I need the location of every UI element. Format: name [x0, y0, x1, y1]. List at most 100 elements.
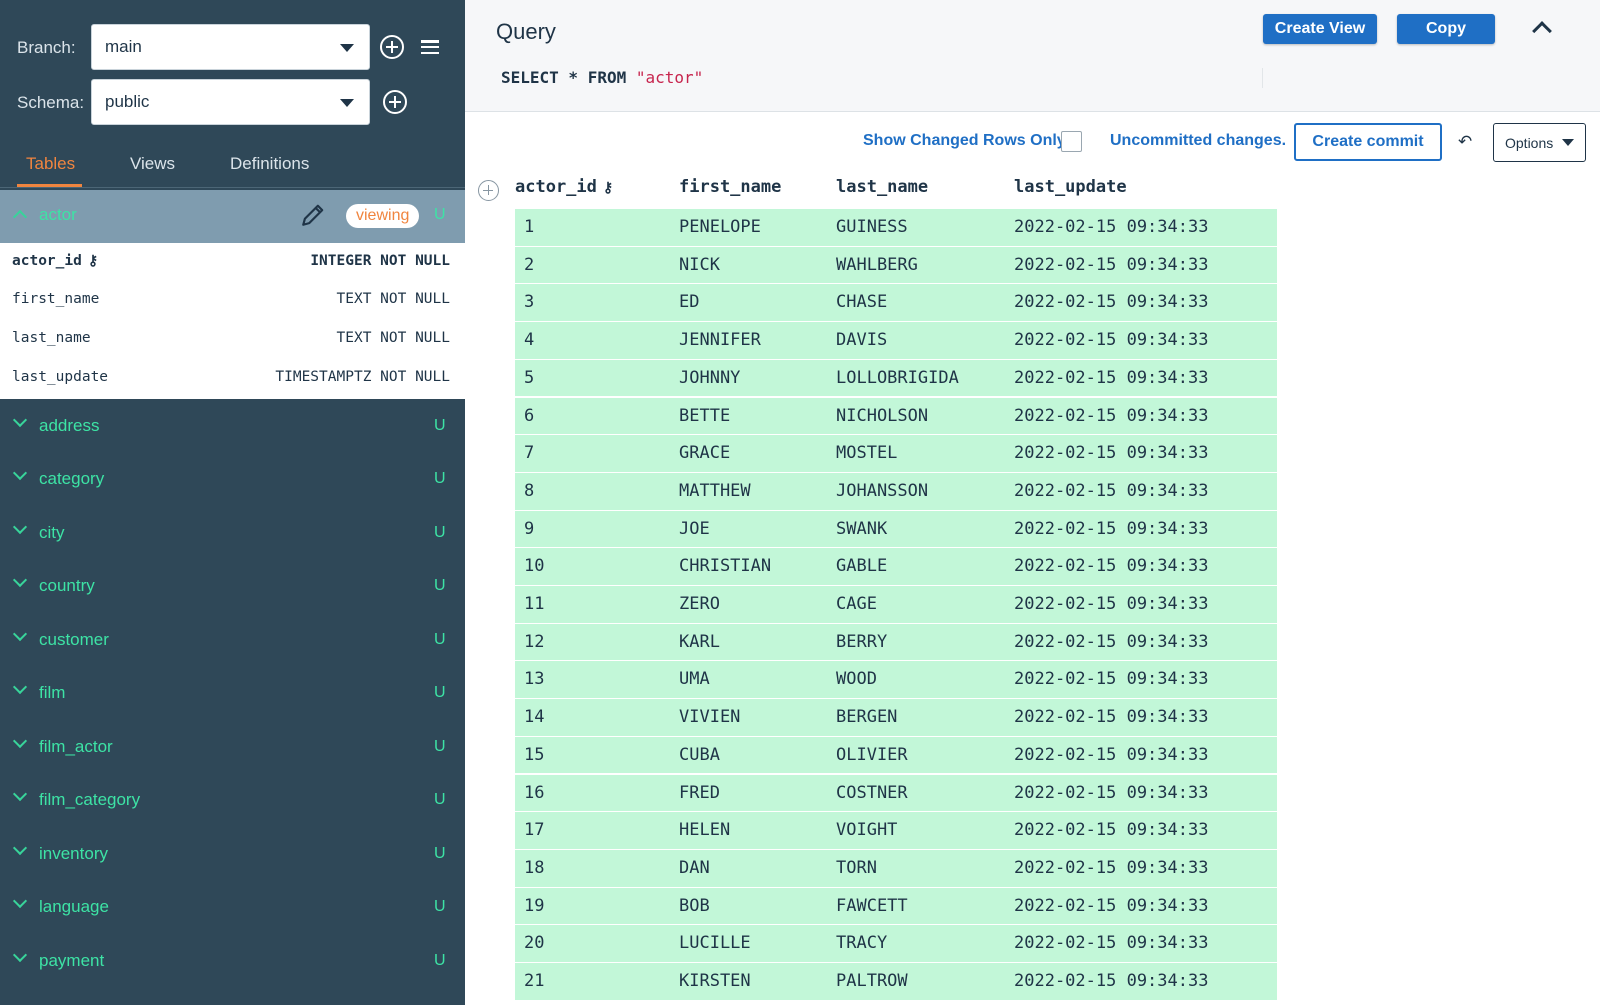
- tab-tables[interactable]: Tables: [26, 154, 75, 174]
- table-cell[interactable]: DAN: [679, 858, 710, 878]
- table-cell[interactable]: 2022-02-15 09:34:33: [1014, 594, 1208, 614]
- table-cell[interactable]: BOB: [679, 896, 710, 916]
- table-cell[interactable]: MATTHEW: [679, 481, 751, 501]
- table-cell[interactable]: 10: [524, 556, 544, 576]
- table-cell[interactable]: 2022-02-15 09:34:33: [1014, 745, 1208, 765]
- menu-icon[interactable]: [421, 40, 439, 55]
- add-schema-icon[interactable]: [383, 90, 407, 114]
- table-cell[interactable]: 2022-02-15 09:34:33: [1014, 255, 1208, 275]
- table-item-film-category[interactable]: film_category U: [0, 773, 465, 826]
- table-cell[interactable]: KARL: [679, 632, 720, 652]
- table-cell[interactable]: 2022-02-15 09:34:33: [1014, 783, 1208, 803]
- table-cell[interactable]: GUINESS: [836, 217, 908, 237]
- table-cell[interactable]: FAWCETT: [836, 896, 908, 916]
- table-item-film-actor[interactable]: film_actor U: [0, 720, 465, 773]
- chevron-down-icon[interactable]: [12, 679, 28, 695]
- table-cell[interactable]: LOLLOBRIGIDA: [836, 368, 959, 388]
- table-row[interactable]: 6 BETTE NICHOLSON 2022-02-15 09:34:33: [515, 397, 1277, 436]
- table-cell[interactable]: VOIGHT: [836, 820, 897, 840]
- create-view-button[interactable]: Create View: [1263, 14, 1377, 44]
- options-dropdown[interactable]: Options: [1493, 123, 1586, 162]
- table-cell[interactable]: 3: [524, 292, 534, 312]
- table-row[interactable]: 19 BOB FAWCETT 2022-02-15 09:34:33: [515, 887, 1277, 926]
- edit-icon[interactable]: [300, 202, 326, 228]
- table-cell[interactable]: HELEN: [679, 820, 730, 840]
- table-item-language[interactable]: language U: [0, 880, 465, 933]
- chevron-down-icon[interactable]: [12, 733, 28, 749]
- chevron-down-icon[interactable]: [12, 519, 28, 535]
- table-row[interactable]: 1 PENELOPE GUINESS 2022-02-15 09:34:33: [515, 209, 1277, 247]
- schema-select[interactable]: public: [91, 79, 370, 125]
- table-cell[interactable]: FRED: [679, 783, 720, 803]
- table-item-customer[interactable]: customer U: [0, 613, 465, 666]
- add-branch-icon[interactable]: [380, 35, 404, 59]
- table-cell[interactable]: 2022-02-15 09:34:33: [1014, 858, 1208, 878]
- table-row[interactable]: 20 LUCILLE TRACY 2022-02-15 09:34:33: [515, 925, 1277, 963]
- table-row[interactable]: 2 NICK WAHLBERG 2022-02-15 09:34:33: [515, 246, 1277, 285]
- table-cell[interactable]: 2022-02-15 09:34:33: [1014, 933, 1208, 953]
- table-cell[interactable]: 16: [524, 783, 544, 803]
- table-cell[interactable]: 2022-02-15 09:34:33: [1014, 368, 1208, 388]
- collapse-icon[interactable]: [1532, 21, 1552, 41]
- column-header[interactable]: first_name: [679, 177, 781, 197]
- table-row[interactable]: 10 CHRISTIAN GABLE 2022-02-15 09:34:33: [515, 548, 1277, 586]
- table-cell[interactable]: ZERO: [679, 594, 720, 614]
- add-row-icon[interactable]: [478, 180, 499, 201]
- chevron-up-icon[interactable]: [12, 209, 28, 225]
- table-cell[interactable]: 20: [524, 933, 544, 953]
- table-cell[interactable]: GRACE: [679, 443, 730, 463]
- table-row[interactable]: 18 DAN TORN 2022-02-15 09:34:33: [515, 849, 1277, 888]
- table-item-category[interactable]: category U: [0, 452, 465, 505]
- copy-button[interactable]: Copy: [1397, 14, 1495, 44]
- table-cell[interactable]: JOE: [679, 519, 710, 539]
- chevron-down-icon[interactable]: [12, 786, 28, 802]
- table-row[interactable]: 9 JOE SWANK 2022-02-15 09:34:33: [515, 510, 1277, 549]
- table-cell[interactable]: 1: [524, 217, 534, 237]
- table-cell[interactable]: 4: [524, 330, 534, 350]
- chevron-down-icon[interactable]: [12, 412, 28, 428]
- table-cell[interactable]: 8: [524, 481, 534, 501]
- column-header[interactable]: actor_id ⚷: [515, 177, 613, 197]
- chevron-down-icon[interactable]: [12, 626, 28, 642]
- table-row[interactable]: 11 ZERO CAGE 2022-02-15 09:34:33: [515, 586, 1277, 624]
- table-cell[interactable]: CHRISTIAN: [679, 556, 771, 576]
- table-cell[interactable]: CAGE: [836, 594, 877, 614]
- table-cell[interactable]: COSTNER: [836, 783, 908, 803]
- table-cell[interactable]: GABLE: [836, 556, 887, 576]
- table-row[interactable]: 14 VIVIEN BERGEN 2022-02-15 09:34:33: [515, 699, 1277, 737]
- table-cell[interactable]: WAHLBERG: [836, 255, 918, 275]
- table-cell[interactable]: JENNIFER: [679, 330, 761, 350]
- table-cell[interactable]: BERRY: [836, 632, 887, 652]
- table-cell[interactable]: BETTE: [679, 406, 730, 426]
- column-header[interactable]: last_name: [836, 177, 928, 197]
- table-row[interactable]: 17 HELEN VOIGHT 2022-02-15 09:34:33: [515, 812, 1277, 850]
- table-cell[interactable]: 18: [524, 858, 544, 878]
- table-cell[interactable]: JOHANSSON: [836, 481, 928, 501]
- chevron-down-icon[interactable]: [12, 572, 28, 588]
- table-item-film[interactable]: film U: [0, 666, 465, 719]
- tab-definitions[interactable]: Definitions: [230, 154, 309, 174]
- table-cell[interactable]: WOOD: [836, 669, 877, 689]
- table-cell[interactable]: 2022-02-15 09:34:33: [1014, 896, 1208, 916]
- table-cell[interactable]: PALTROW: [836, 971, 908, 991]
- table-cell[interactable]: 5: [524, 368, 534, 388]
- table-cell[interactable]: 11: [524, 594, 544, 614]
- column-header[interactable]: last_update: [1014, 177, 1127, 197]
- table-row[interactable]: 4 JENNIFER DAVIS 2022-02-15 09:34:33: [515, 322, 1277, 360]
- table-cell[interactable]: 2022-02-15 09:34:33: [1014, 330, 1208, 350]
- table-item-city[interactable]: city U: [0, 506, 465, 559]
- table-cell[interactable]: 2: [524, 255, 534, 275]
- table-cell[interactable]: JOHNNY: [679, 368, 740, 388]
- table-cell[interactable]: 17: [524, 820, 544, 840]
- table-cell[interactable]: 2022-02-15 09:34:33: [1014, 669, 1208, 689]
- table-cell[interactable]: 14: [524, 707, 544, 727]
- table-row[interactable]: 5 JOHNNY LOLLOBRIGIDA 2022-02-15 09:34:33: [515, 359, 1277, 398]
- table-cell[interactable]: ED: [679, 292, 699, 312]
- table-cell[interactable]: 2022-02-15 09:34:33: [1014, 707, 1208, 727]
- table-row[interactable]: 21 KIRSTEN PALTROW 2022-02-15 09:34:33: [515, 963, 1277, 1001]
- table-cell[interactable]: 2022-02-15 09:34:33: [1014, 406, 1208, 426]
- uncommitted-changes-link[interactable]: Uncommitted changes.: [1110, 132, 1286, 150]
- table-cell[interactable]: NICK: [679, 255, 720, 275]
- table-cell[interactable]: 7: [524, 443, 534, 463]
- table-cell[interactable]: 19: [524, 896, 544, 916]
